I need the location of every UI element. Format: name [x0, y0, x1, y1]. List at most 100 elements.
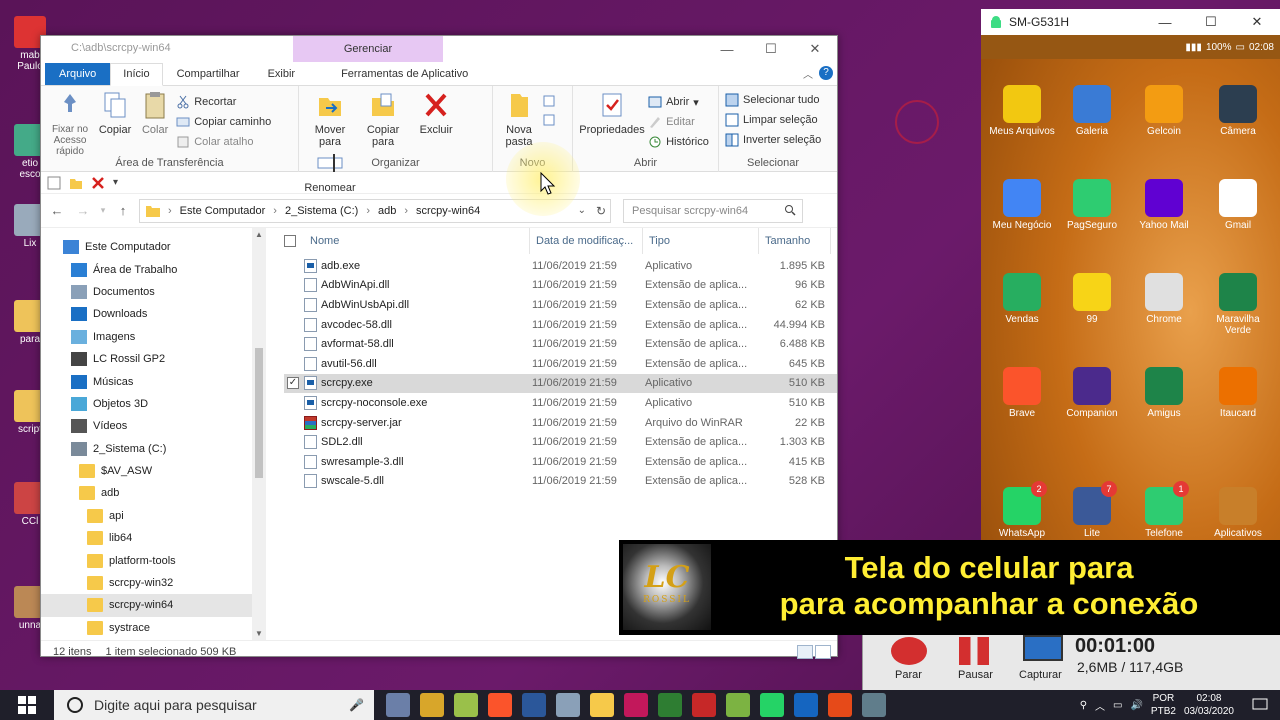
- paste-shortcut-button[interactable]: Colar atalho: [176, 132, 271, 152]
- file-row[interactable]: ✓ scrcpy.exe 11/06/2019 21:59 Aplicativo 510…: [284, 373, 837, 394]
- help-icon[interactable]: ?: [819, 66, 833, 80]
- nav-scrollbar[interactable]: ▲ ▼: [252, 228, 266, 640]
- customize-qat-icon[interactable]: ▾: [113, 177, 118, 188]
- app-8-icon[interactable]: [794, 693, 818, 717]
- start-button[interactable]: [0, 690, 54, 720]
- context-tab-manage[interactable]: Gerenciar: [293, 36, 443, 62]
- phone-app[interactable]: Vendas: [987, 273, 1057, 325]
- file-row[interactable]: scrcpy-server.jar 11/06/2019 21:59 Arquivo…: [284, 413, 837, 433]
- filezilla-taskbar-icon[interactable]: [692, 693, 716, 717]
- phone-app[interactable]: PagSeguro: [1057, 179, 1127, 231]
- column-size[interactable]: Tamanho: [759, 228, 831, 254]
- easy-access-icon[interactable]: [542, 113, 562, 129]
- nav-item[interactable]: Objetos 3D: [41, 393, 266, 415]
- phone-app[interactable]: Companion: [1057, 367, 1127, 419]
- breadcrumb-scrcpy[interactable]: scrcpy-win64: [416, 205, 480, 217]
- file-row[interactable]: swscale-5.dll 11/06/2019 21:59 Extensão de…: [284, 472, 837, 492]
- app-7-icon[interactable]: [726, 693, 750, 717]
- edit-button[interactable]: Editar: [648, 112, 709, 132]
- phone-app[interactable]: Brave: [987, 367, 1057, 419]
- capture-button[interactable]: Capturar: [1019, 669, 1062, 681]
- phone-app[interactable]: Amigus: [1129, 367, 1199, 419]
- back-button[interactable]: ←: [47, 203, 67, 218]
- app-5-icon[interactable]: [624, 693, 648, 717]
- column-name[interactable]: Nome: [304, 228, 530, 254]
- new-folder-button[interactable]: Nova pasta: [499, 90, 539, 148]
- volume-icon[interactable]: 🔊: [1130, 700, 1142, 711]
- invert-selection-button[interactable]: Inverter seleção: [725, 130, 821, 150]
- delete-button[interactable]: Excluir: [411, 90, 461, 136]
- refresh-icon[interactable]: ↻: [596, 204, 606, 218]
- nav-item[interactable]: 2_Sistema (C:): [41, 438, 266, 460]
- pin-quick-access-button[interactable]: Fixar no Acesso rápido: [47, 90, 93, 157]
- phone-app[interactable]: 7 Lite: [1057, 481, 1127, 539]
- app-6-icon[interactable]: [658, 693, 682, 717]
- breadcrumb-drive[interactable]: 2_Sistema (C:): [285, 205, 358, 217]
- phone-app[interactable]: Meus Arquivos: [987, 85, 1057, 137]
- scroll-thumb[interactable]: [255, 348, 263, 478]
- taskbar-clock[interactable]: 02:08 03/03/2020: [1184, 692, 1234, 718]
- nav-item[interactable]: scrcpy-win64: [41, 594, 266, 617]
- nav-item[interactable]: platform-tools: [41, 549, 266, 571]
- phone-app[interactable]: Chrome: [1129, 273, 1199, 325]
- phone-app[interactable]: Gmail: [1203, 179, 1273, 231]
- nav-item[interactable]: lib64: [41, 527, 266, 549]
- copy-to-button[interactable]: Copiar para: [358, 90, 408, 148]
- taskbar-search[interactable]: Digite aqui para pesquisar 🎤: [54, 690, 374, 720]
- select-all-button[interactable]: Selecionar tudo: [725, 90, 821, 110]
- nav-item[interactable]: adb: [41, 482, 266, 504]
- file-explorer-taskbar-icon[interactable]: [590, 693, 614, 717]
- phone-app[interactable]: Gelcoin: [1129, 85, 1199, 137]
- phone-app[interactable]: Aplicativos: [1203, 487, 1273, 539]
- nav-item[interactable]: systrace: [41, 617, 266, 639]
- network-icon[interactable]: ▭: [1113, 700, 1122, 711]
- paste-button[interactable]: Colar: [137, 90, 173, 136]
- scroll-up-icon[interactable]: ▲: [252, 230, 266, 239]
- new-folder-qat-icon[interactable]: [69, 176, 83, 190]
- breadcrumb-adb[interactable]: adb: [378, 205, 396, 217]
- collapse-ribbon-icon[interactable]: ︿: [803, 66, 813, 81]
- minimize-button[interactable]: —: [705, 36, 749, 62]
- search-box[interactable]: Pesquisar scrcpy-win64: [623, 198, 803, 223]
- large-icons-view-icon[interactable]: [815, 645, 831, 659]
- phone-app[interactable]: Galeria: [1057, 85, 1127, 137]
- nav-item[interactable]: Vídeos: [41, 415, 266, 437]
- file-row[interactable]: swresample-3.dll 11/06/2019 21:59 Extensão…: [284, 452, 837, 472]
- show-hidden-icons[interactable]: ︿: [1095, 698, 1105, 713]
- file-row[interactable]: SDL2.dll 11/06/2019 21:59 Extensão de apli…: [284, 432, 837, 452]
- nav-item[interactable]: Área de Trabalho: [41, 258, 266, 280]
- rename-button[interactable]: Renomear: [304, 148, 356, 194]
- maximize-button[interactable]: ☐: [749, 36, 793, 62]
- tab-share[interactable]: Compartilhar: [163, 68, 254, 85]
- tab-view[interactable]: Exibir: [254, 68, 310, 85]
- breadcrumb-computer[interactable]: Este Computador: [180, 205, 266, 217]
- phone-maximize-button[interactable]: ☐: [1188, 9, 1234, 35]
- file-row[interactable]: avutil-56.dll 11/06/2019 21:59 Extensão de…: [284, 354, 837, 374]
- scrcpy-taskbar-icon[interactable]: [862, 693, 886, 717]
- forward-button[interactable]: →: [73, 203, 93, 218]
- close-button[interactable]: ✕: [793, 36, 837, 62]
- history-button[interactable]: Histórico: [648, 132, 709, 152]
- file-row[interactable]: scrcpy-noconsole.exe 11/06/2019 21:59 Apli…: [284, 393, 837, 413]
- nav-item[interactable]: Imagens: [41, 326, 266, 348]
- cut-button[interactable]: Recortar: [176, 92, 271, 112]
- recent-dropdown-icon[interactable]: ▾: [99, 205, 107, 216]
- nav-item[interactable]: api: [41, 505, 266, 527]
- phone-app[interactable]: 2 WhatsApp: [987, 481, 1057, 539]
- nav-item[interactable]: LC Rossil GP2: [41, 348, 266, 370]
- move-to-button[interactable]: Mover para: [305, 90, 355, 148]
- stop-button[interactable]: Parar: [895, 669, 922, 681]
- column-date[interactable]: Data de modificaç...: [530, 228, 643, 254]
- microphone-icon[interactable]: 🎤: [349, 698, 364, 712]
- phone-minimize-button[interactable]: —: [1142, 9, 1188, 35]
- file-row[interactable]: AdbWinApi.dll 11/06/2019 21:59 Extensão de…: [284, 276, 837, 296]
- properties-button[interactable]: Propriedades: [579, 90, 645, 136]
- phone-app[interactable]: 99: [1057, 273, 1127, 325]
- phone-app[interactable]: Meu Negócio: [987, 179, 1057, 231]
- phone-app[interactable]: Maravilha Verde: [1203, 273, 1273, 336]
- delete-qat-icon[interactable]: [91, 176, 105, 190]
- app-3-icon[interactable]: [454, 693, 478, 717]
- file-row[interactable]: AdbWinUsbApi.dll 11/06/2019 21:59 Extensão…: [284, 295, 837, 315]
- copy-button[interactable]: Copiar: [96, 90, 134, 136]
- nav-item[interactable]: Este Computador: [41, 236, 266, 258]
